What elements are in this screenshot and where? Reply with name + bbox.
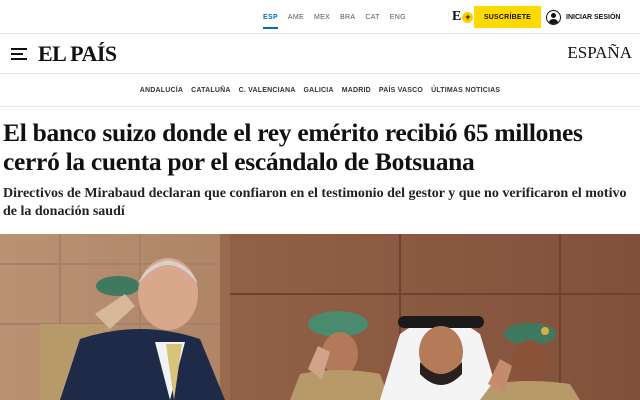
subscribe-button[interactable]: SUSCRÍBETE	[474, 6, 541, 28]
e-letter: E	[452, 9, 462, 24]
region-ultimas-noticias[interactable]: ÚLTIMAS NOTICIAS	[427, 87, 504, 94]
region-cataluna[interactable]: CATALUÑA	[187, 87, 234, 94]
edition-selector: ESP AME MEX BRA CAT ENG	[258, 0, 411, 34]
el-pais-plus-logo[interactable]: E +	[452, 9, 474, 25]
edition-esp[interactable]: ESP	[258, 0, 283, 34]
edition-bra[interactable]: BRA	[335, 0, 360, 34]
article-headline: El banco suizo donde el rey emérito reci…	[3, 118, 583, 176]
edition-eng[interactable]: ENG	[385, 0, 411, 34]
user-icon	[546, 9, 561, 25]
region-galicia[interactable]: GALICIA	[300, 87, 338, 94]
article-photo[interactable]	[0, 234, 640, 400]
region-madrid[interactable]: MADRID	[338, 87, 375, 94]
masthead-bar: EL PAÍS ESPAÑA	[0, 34, 640, 74]
article-subtitle: Directivos de Mirabaud declaran que conf…	[3, 186, 627, 219]
edition-bar: ESP AME MEX BRA CAT ENG E + SUSCRÍBETE I…	[0, 0, 640, 34]
edition-cat[interactable]: CAT	[360, 0, 384, 34]
region-valenciana[interactable]: C. VALENCIANA	[235, 87, 300, 94]
plus-icon: +	[462, 11, 474, 23]
region-nav: ANDALUCÍA CATALUÑA C. VALENCIANA GALICIA…	[0, 74, 640, 107]
hamburger-icon[interactable]	[11, 48, 27, 60]
login-label: INICIAR SESIÓN	[566, 13, 621, 21]
edition-ame[interactable]: AME	[283, 0, 309, 34]
region-andalucia[interactable]: ANDALUCÍA	[136, 87, 187, 94]
section-title[interactable]: ESPAÑA	[567, 43, 632, 63]
edition-mex[interactable]: MEX	[309, 0, 335, 34]
login-button[interactable]: INICIAR SESIÓN	[542, 0, 640, 34]
region-pais-vasco[interactable]: PAÍS VASCO	[375, 87, 427, 94]
masthead-logo[interactable]: EL PAÍS	[38, 41, 117, 67]
